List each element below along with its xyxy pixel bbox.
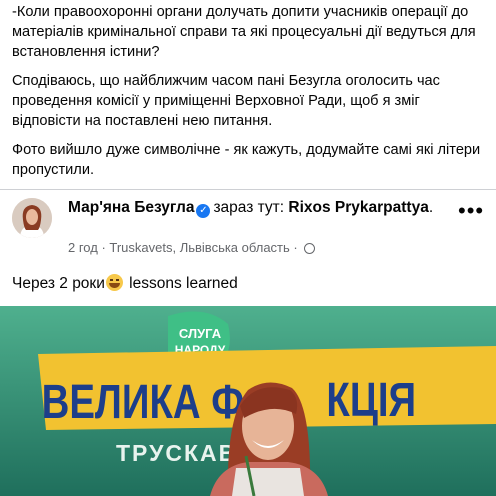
- post-paragraph-1: -Коли правоохоронні органи долучать допи…: [12, 4, 476, 60]
- avatar[interactable]: [12, 198, 52, 238]
- post-location[interactable]: Truskavets, Львівська область: [109, 240, 289, 255]
- post-body: -Коли правоохоронні органи долучать допи…: [12, 2, 488, 189]
- caption-text-after: lessons learned: [124, 275, 238, 292]
- badge-line-1: СЛУГА: [179, 326, 222, 341]
- shared-post-header: Мар'яна Безугла ✓ зараз тут: Rixos Prykarp…: [68, 198, 468, 218]
- place-suffix: .: [428, 199, 434, 216]
- post-paragraph-2: Сподіваюсь, що найближчим часом пані Без…: [12, 73, 440, 129]
- meta-separator: ·: [97, 240, 110, 255]
- banner-text-2: КЦІЯ: [326, 374, 416, 427]
- post-photo[interactable]: СЛУГА НАРОДУ ВЕЛИКА Ф КЦІЯ ТРУСКАВ: [0, 306, 496, 496]
- more-options-icon[interactable]: •••: [458, 200, 483, 222]
- author-name[interactable]: Мар'яна Безугла: [68, 199, 194, 216]
- post-time[interactable]: 2 год: [68, 240, 98, 255]
- shared-post-caption: Через 2 роки lessons learned: [12, 274, 238, 294]
- more-options-label: •••: [458, 198, 485, 223]
- status-prefix: зараз тут:: [213, 199, 289, 216]
- grinning-sweat-emoji-icon: [105, 274, 123, 291]
- verified-badge-icon: ✓: [196, 204, 211, 218]
- post-paragraph-3: Фото вийшло дуже символічне - як кажуть,…: [12, 142, 481, 178]
- meta-separator-2: ·: [289, 240, 302, 255]
- banner-text: ВЕЛИКА Ф: [42, 376, 244, 429]
- post-meta: 2 год · Truskavets, Львівська область ·: [68, 240, 316, 256]
- sub-text: ТРУСКАВ: [116, 440, 237, 466]
- globe-icon: [304, 243, 316, 254]
- caption-text-before: Через 2 роки: [12, 275, 105, 292]
- place-link[interactable]: Rixos Prykarpattya: [288, 199, 428, 216]
